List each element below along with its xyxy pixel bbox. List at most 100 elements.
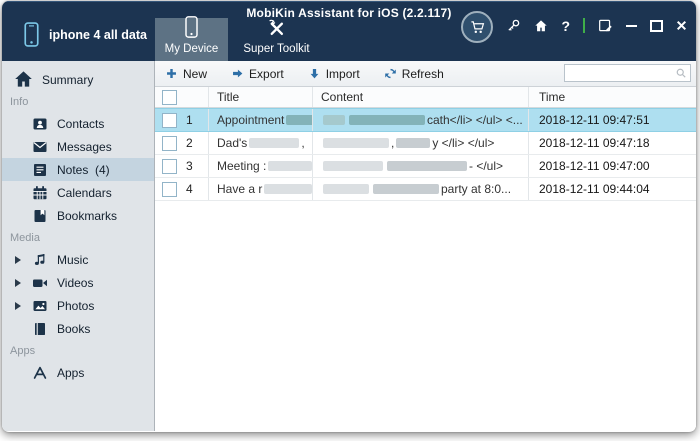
sidebar-item-label: Contacts [57,117,104,131]
expand-arrow-icon[interactable] [15,279,21,287]
sidebar-item-calendars[interactable]: Calendars [2,181,154,204]
toolbar: New Export Import Refresh [155,61,696,87]
note-text: party at 8:0... [441,182,511,196]
note-text: Appointment [217,113,284,127]
table-empty-area [155,201,696,431]
note-text: cath</li> </ul> <... [427,113,523,127]
arrow-down-icon [308,67,321,80]
redacted-text [249,138,299,148]
sidebar-section-info: Info [2,91,154,112]
table-row[interactable]: 3Meeting :- </ul>2018-12-11 09:47:00 [155,155,696,178]
table-row[interactable]: 2Dad's,,y </li> </ul>2018-12-11 09:47:18 [155,132,696,155]
button-label: Refresh [402,67,444,81]
tab-my-device[interactable]: My Device [155,18,228,61]
refresh-button[interactable]: Refresh [384,67,444,81]
row-index: 1 [186,113,193,127]
sidebar-item-photos[interactable]: Photos [2,294,154,317]
note-title-cell: Have a r [208,178,312,200]
toolkit-icon [267,18,286,38]
home-icon [534,19,548,33]
device-selector[interactable]: iphone 4 all data [24,22,165,47]
sidebar-item-label: Photos [57,299,94,313]
column-header-content[interactable]: Content [312,87,528,107]
calendar-icon [32,185,48,201]
sidebar-item-messages[interactable]: Messages [2,135,154,158]
key-button[interactable] [506,18,521,33]
redacted-text [264,184,312,194]
photo-icon [32,298,48,314]
key-icon [506,18,521,33]
phone-icon [24,22,39,47]
select-all-checkbox[interactable] [162,90,177,105]
note-text: , [391,136,394,150]
maximize-button[interactable] [650,20,663,32]
sidebar-item-music[interactable]: Music [2,248,154,271]
close-button[interactable] [676,20,687,31]
button-label: Export [249,67,284,81]
search-icon[interactable] [675,67,687,79]
music-icon [32,252,48,268]
title-bar: MobiKin Assistant for iOS (2.2.117) ipho… [2,1,696,61]
search-input[interactable] [565,65,675,81]
envelope-icon [32,139,48,155]
feedback-button[interactable] [598,18,613,33]
note-text: Have a r [217,182,262,196]
sidebar-item-videos[interactable]: Videos [2,271,154,294]
row-select-cell: 1 [155,109,208,131]
row-select-cell: 4 [155,178,208,200]
table-row[interactable]: 1 Appointment cath</li> </ul> <... 2018-12-… [155,108,696,132]
redacted-text [387,161,467,171]
column-header-time[interactable]: Time [528,87,696,107]
note-content-cell: cath</li> </ul> <... [312,109,528,131]
row-checkbox[interactable] [162,113,177,128]
sidebar-item-label: Videos [57,276,93,290]
sidebar-item-summary[interactable]: Summary [2,68,154,91]
minimize-icon [626,25,637,27]
redacted-text [323,161,383,171]
arrow-right-icon [231,67,244,80]
note-title-cell: Meeting : [208,155,312,177]
import-button[interactable]: Import [308,67,360,81]
titlebar-buttons: ? [461,8,687,43]
sidebar-item-label: Notes (4) [57,163,110,177]
sidebar-item-label: Summary [42,73,93,87]
tab-label: Super Toolkit [243,43,309,55]
row-index: 4 [186,182,193,196]
cart-button[interactable] [461,11,493,43]
note-time-cell: 2018-12-11 09:47:18 [528,132,696,154]
notes-table: Title Content Time 1 Appointment cath</li>… [155,87,696,431]
expand-arrow-icon[interactable] [15,256,21,264]
export-button[interactable]: Export [231,67,284,81]
row-index: 2 [186,136,193,150]
button-label: New [183,67,207,81]
sidebar-section-apps: Apps [2,340,154,361]
sidebar-item-apps[interactable]: Apps [2,361,154,384]
sidebar-item-books[interactable]: Books [2,317,154,340]
home-button[interactable] [534,19,548,33]
table-row[interactable]: 4 Have a r party at 8:0... 2018-12-11 09:44… [155,178,696,201]
note-time-cell: 2018-12-11 09:47:51 [528,109,696,131]
row-checkbox[interactable] [162,159,177,174]
tab-label: My Device [165,43,219,55]
row-select-cell: 2 [155,132,208,154]
expand-arrow-icon[interactable] [15,302,21,310]
column-header-title[interactable]: Title [208,87,312,107]
tab-super-toolkit[interactable]: Super Toolkit [228,18,325,61]
maximize-icon [650,20,663,32]
sidebar-item-label: Music [57,253,88,267]
refresh-icon [384,67,397,80]
sidebar-item-notes[interactable]: Notes (4) [2,158,154,181]
help-button[interactable]: ? [561,18,570,34]
row-checkbox[interactable] [162,182,177,197]
minimize-button[interactable] [626,25,637,27]
sidebar-section-media: Media [2,227,154,248]
sidebar-item-label: Apps [57,366,84,380]
redacted-text [323,184,369,194]
new-button[interactable]: New [165,67,207,81]
note-time-cell: 2018-12-11 09:44:04 [528,178,696,200]
row-checkbox[interactable] [162,136,177,151]
redacted-text [286,115,312,125]
sidebar-item-contacts[interactable]: Contacts [2,112,154,135]
sidebar-item-bookmarks[interactable]: Bookmarks [2,204,154,227]
redacted-text [323,115,345,125]
